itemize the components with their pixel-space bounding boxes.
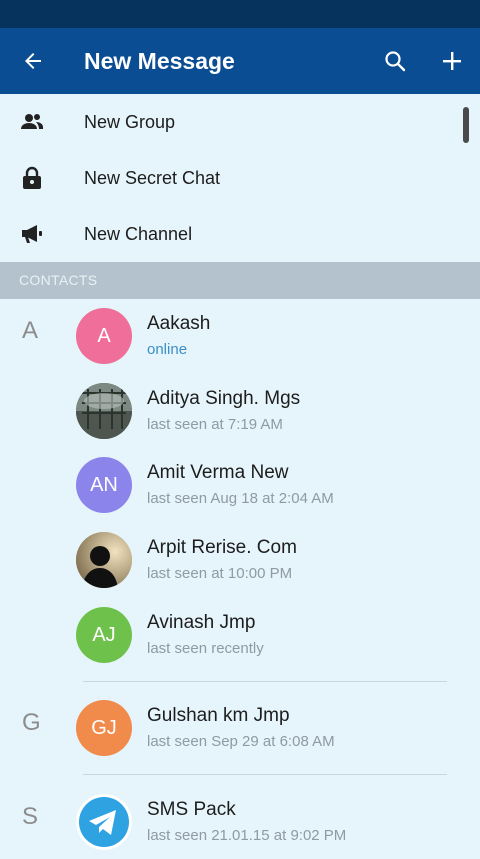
contacts-section-header: CONTACTS [0,262,480,299]
status-bar [0,0,480,28]
new-secret-chat-label: New Secret Chat [84,168,221,188]
new-group-row[interactable]: New Group [0,94,480,150]
back-button[interactable] [10,38,56,84]
contact-row[interactable]: G GJ Gulshan km Jmp last seen Sep 29 at … [0,691,480,765]
arrow-left-icon [25,53,41,69]
search-icon [385,51,406,72]
contact-name: Aditya Singh. Mgs [147,388,301,409]
contact-status: last seen 21.01.15 at 9:02 PM [147,827,347,844]
new-group-label: New Group [84,112,176,132]
contact-row[interactable]: S SMS Pack last seen 21.01.15 at 9:02 PM [0,785,480,859]
search-button[interactable] [372,38,418,84]
avatar-photo [76,532,132,588]
avatar-photo [76,383,132,439]
new-channel-label: New Channel [84,224,193,244]
avatar: A [76,308,132,364]
divider [83,774,447,775]
contact-row[interactable]: AN Amit Verma New last seen Aug 18 at 2:… [0,448,480,522]
avatar: AJ [76,607,132,663]
contact-status: last seen Sep 29 at 6:08 AM [147,733,335,750]
group-icon [18,108,46,136]
index-letter: G [22,709,41,736]
lock-icon [18,164,46,192]
telegram-logo-avatar [76,794,132,850]
index-letter: A [22,317,39,344]
contact-name: Aakash [147,313,211,334]
contact-status: last seen at 7:19 AM [147,416,283,433]
contact-name: Arpit Rerise. Com [147,537,297,558]
contact-status: last seen Aug 18 at 2:04 AM [147,490,334,507]
contact-status: online [147,341,188,358]
contact-name: Gulshan km Jmp [147,705,290,726]
index-letter: S [22,803,39,830]
page-title: New Message [84,48,235,74]
app-bar: New Message [0,28,480,94]
plus-icon [443,52,461,70]
avatar: GJ [76,700,132,756]
new-secret-chat-row[interactable]: New Secret Chat [0,150,480,206]
contact-name: SMS Pack [147,799,236,820]
contact-row[interactable]: A A Aakash online [0,299,480,373]
avatar: AN [76,457,132,513]
contact-row[interactable]: Arpit Rerise. Com last seen at 10:00 PM [0,523,480,597]
add-contact-button[interactable] [429,38,475,84]
contact-status: last seen recently [147,640,264,657]
contact-name: Avinash Jmp [147,612,256,633]
divider [83,681,447,682]
new-channel-row[interactable]: New Channel [0,206,480,262]
contact-row[interactable]: AJ Avinash Jmp last seen recently [0,598,480,672]
section-title: CONTACTS [19,272,98,288]
contact-status: last seen at 10:00 PM [147,565,293,582]
contact-name: Amit Verma New [147,462,289,483]
megaphone-icon [18,220,46,248]
contact-row[interactable]: Aditya Singh. Mgs last seen at 7:19 AM [0,374,480,448]
